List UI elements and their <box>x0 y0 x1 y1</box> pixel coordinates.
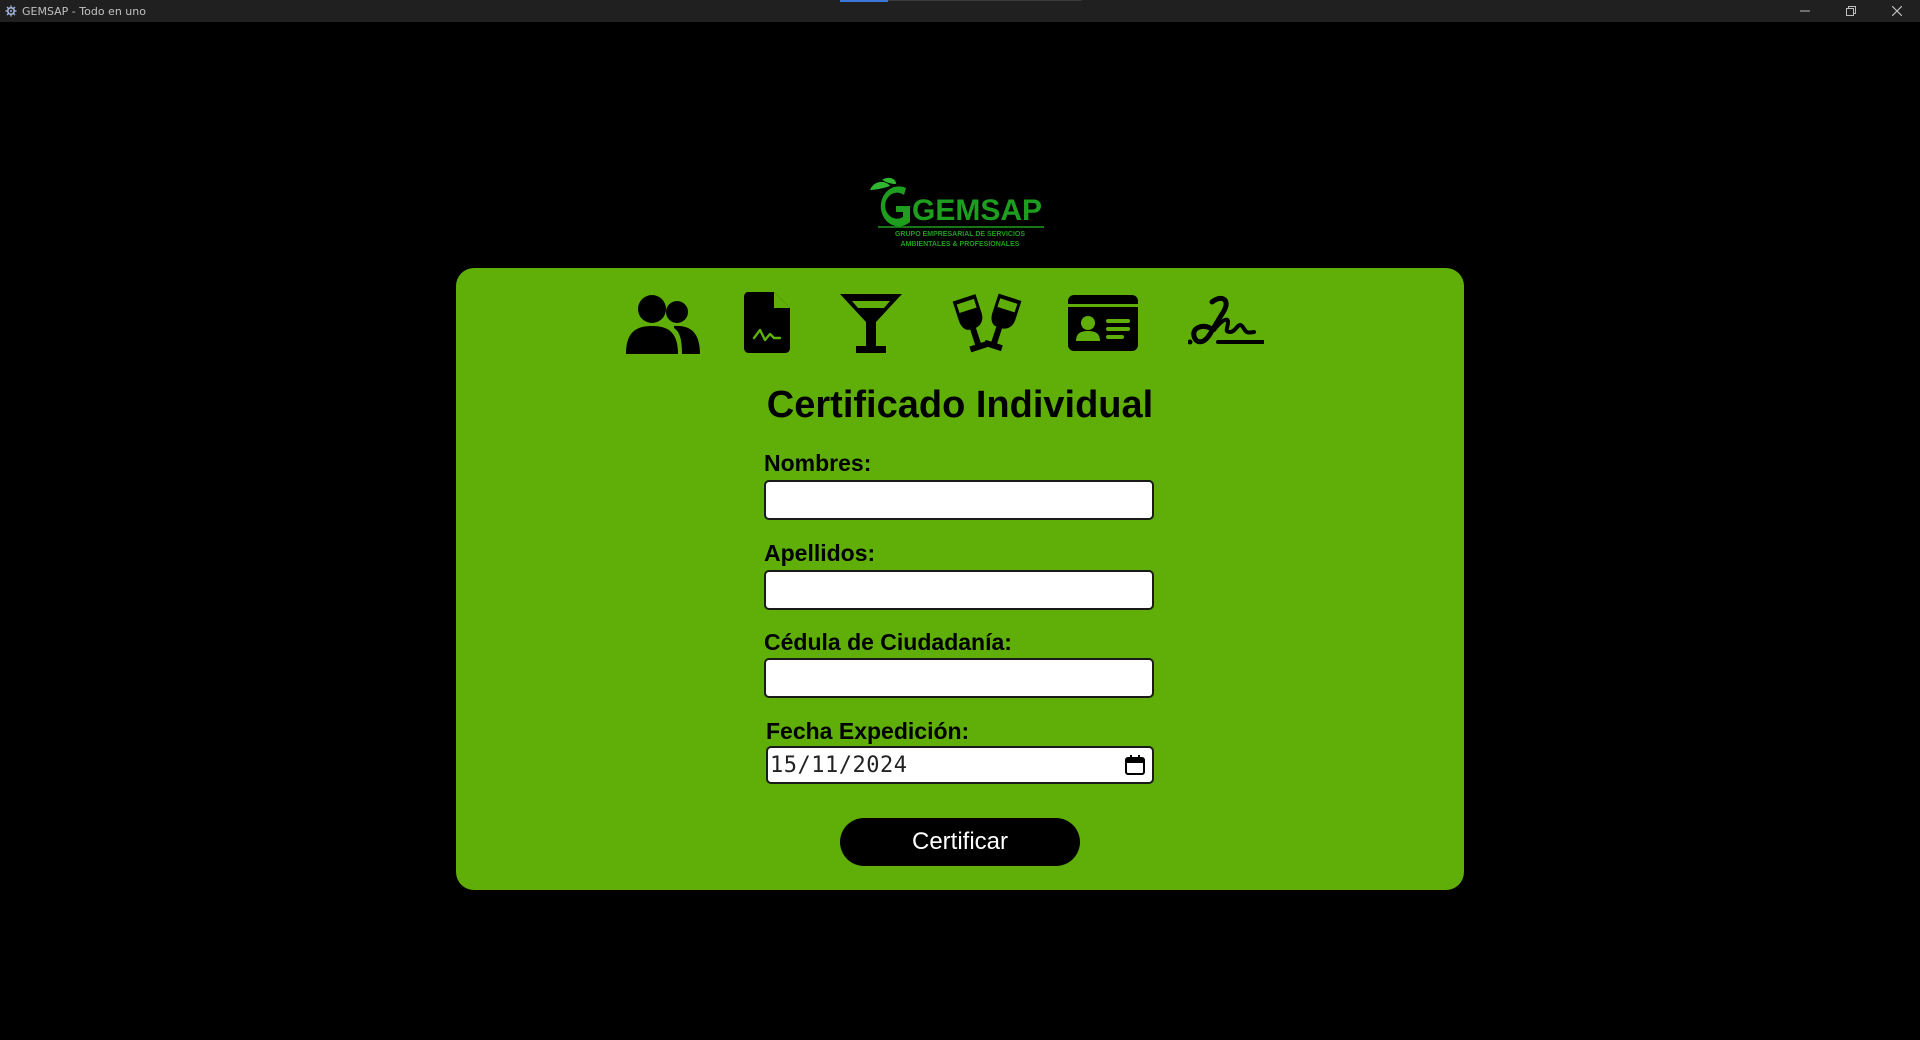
nombres-label: Nombres: <box>764 450 872 476</box>
glass-cheers-icon[interactable] <box>950 290 1026 356</box>
app-gear-icon <box>5 5 17 17</box>
tab-track <box>888 0 1082 1</box>
window-controls <box>1782 0 1920 22</box>
certificar-button[interactable]: Certificar <box>840 818 1080 866</box>
users-icon[interactable] <box>624 290 700 356</box>
window-titlebar: GEMSAP - Todo en uno <box>0 0 1920 22</box>
cedula-label: Cédula de Ciudadanía: <box>764 629 1012 655</box>
fecha-expedicion-input[interactable]: 15/11/2024 <box>766 746 1154 784</box>
cedula-input[interactable] <box>764 658 1154 698</box>
close-icon <box>1892 6 1902 16</box>
nombres-input[interactable] <box>764 480 1154 520</box>
apellidos-input[interactable] <box>764 570 1154 610</box>
module-icon-bar <box>624 290 1304 356</box>
form-title: Certificado Individual <box>766 384 1154 426</box>
restore-button[interactable] <box>1828 0 1874 22</box>
minimize-icon <box>1800 10 1810 12</box>
svg-text:AMBIENTALES & PROFESIONALES: AMBIENTALES & PROFESIONALES <box>901 241 1020 248</box>
cocktail-icon[interactable] <box>840 290 902 356</box>
active-tab-indicator <box>840 0 888 2</box>
id-card-icon[interactable] <box>1068 290 1138 356</box>
file-signature-icon[interactable] <box>744 290 790 356</box>
gemsap-logo: GEMSAP GRUPO EMPRESARIAL DE SERVICIOS AM… <box>866 176 1046 254</box>
certificate-card: Certificado Individual Nombres: Apellido… <box>456 268 1464 890</box>
svg-text:GRUPO EMPRESARIAL DE SERVICIOS: GRUPO EMPRESARIAL DE SERVICIOS <box>895 231 1025 238</box>
restore-icon <box>1846 6 1856 16</box>
minimize-button[interactable] <box>1782 0 1828 22</box>
calendar-icon[interactable] <box>1124 754 1146 776</box>
close-button[interactable] <box>1874 0 1920 22</box>
date-value: 15/11/2024 <box>770 752 908 778</box>
signature-icon[interactable] <box>1188 290 1264 356</box>
fecha-expedicion-label: Fecha Expedición: <box>766 718 970 744</box>
window-title: GEMSAP - Todo en uno <box>22 4 146 18</box>
apellidos-label: Apellidos: <box>764 540 876 566</box>
svg-text:GEMSAP: GEMSAP <box>912 194 1042 227</box>
